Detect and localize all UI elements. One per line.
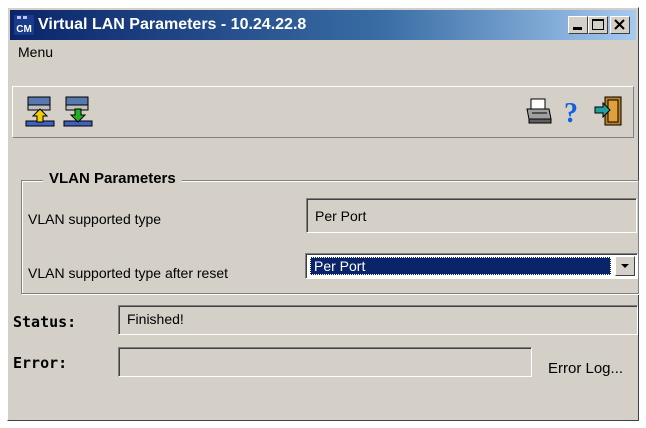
upload-icon[interactable] [25, 95, 57, 127]
menu-item-menu[interactable]: Menu [18, 44, 53, 60]
title-bar[interactable]: CM Virtual LAN Parameters - 10.24.22.8 [10, 10, 636, 40]
after-reset-selected-value: Per Port [310, 257, 611, 275]
cm-app-icon[interactable]: CM [14, 15, 34, 35]
app-icon-text: CM [16, 24, 32, 35]
toolbar: ? [12, 86, 634, 138]
vlan-window: CM Virtual LAN Parameters - 10.24.22.8 M… [7, 7, 639, 421]
supported-type-field: Per Port [306, 198, 637, 233]
supported-type-label: VLAN supported type [28, 211, 162, 227]
exit-icon[interactable] [593, 95, 625, 127]
minimize-button[interactable] [568, 16, 588, 34]
group-title: VLAN Parameters [43, 170, 182, 187]
minimize-icon [573, 27, 582, 30]
status-field: Finished! [118, 305, 638, 335]
after-reset-label: VLAN supported type after reset [28, 265, 228, 281]
svg-text:?: ? [564, 98, 578, 127]
print-icon[interactable] [523, 95, 555, 127]
maximize-icon [592, 19, 604, 30]
maximize-button[interactable] [588, 16, 608, 34]
status-label: Status: [13, 313, 77, 331]
error-label: Error: [13, 354, 68, 372]
menu-bar: Menu [10, 41, 636, 63]
error-log-button[interactable]: Error Log... [548, 360, 623, 377]
close-icon [614, 19, 625, 30]
help-icon[interactable]: ? [555, 95, 587, 127]
close-button[interactable] [610, 16, 630, 34]
download-icon[interactable] [63, 95, 95, 127]
chevron-down-icon [621, 264, 629, 268]
dropdown-button[interactable] [615, 256, 635, 276]
error-field [118, 347, 532, 377]
window-title: Virtual LAN Parameters - 10.24.22.8 [38, 16, 307, 33]
after-reset-select[interactable]: Per Port [305, 253, 638, 279]
